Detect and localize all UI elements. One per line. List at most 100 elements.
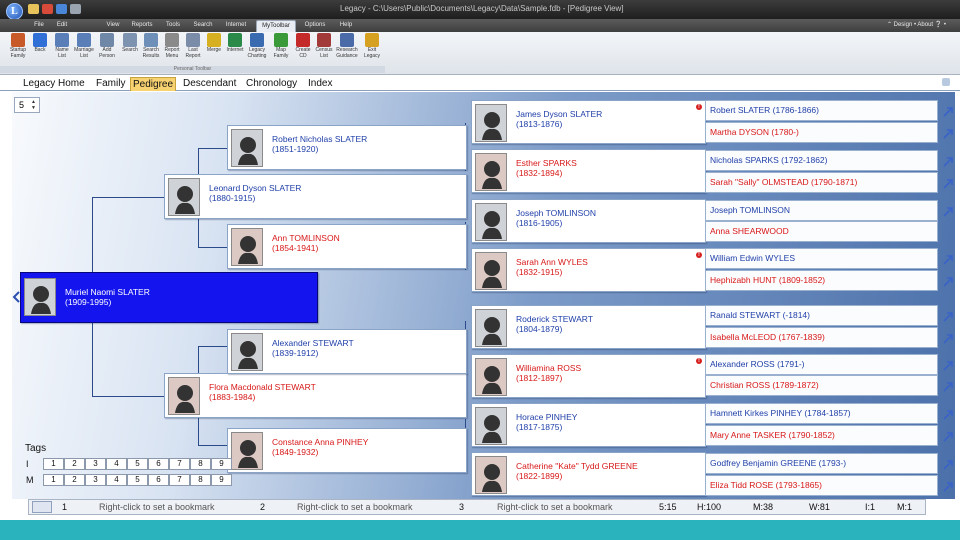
census-list-button[interactable]: Census List bbox=[312, 32, 336, 68]
undo-icon[interactable] bbox=[42, 4, 53, 14]
ancestor-box[interactable]: Ranald STEWART (-1814) bbox=[705, 305, 938, 326]
marriage-list-button[interactable]: Marriage List bbox=[72, 32, 96, 68]
menu-search[interactable]: Search bbox=[191, 20, 215, 32]
paternal-grandmother-card[interactable]: Ann TOMLINSON (1854-1941) bbox=[227, 224, 467, 269]
ancestor-box[interactable]: Eliza Tidd ROSE (1793-1865) bbox=[705, 475, 938, 496]
legacy-charting-button[interactable]: Legacy Charting bbox=[245, 32, 269, 68]
tag-i-box[interactable]: 4 bbox=[106, 458, 127, 470]
alert-icon[interactable]: ! bbox=[696, 252, 702, 258]
menu-tools[interactable]: Tools bbox=[162, 20, 184, 32]
more-ancestors-arrow-icon[interactable] bbox=[942, 309, 954, 322]
tag-i-box[interactable]: 2 bbox=[64, 458, 85, 470]
more-ancestors-arrow-icon[interactable] bbox=[942, 154, 954, 167]
help-icon[interactable] bbox=[56, 4, 67, 14]
ancestor-box[interactable]: Hamnett Kirkes PINHEY (1784-1857) bbox=[705, 403, 938, 424]
more-ancestors-arrow-icon[interactable] bbox=[942, 126, 954, 139]
tag-i-box[interactable]: 3 bbox=[85, 458, 106, 470]
tab-descendant[interactable]: Descendant bbox=[183, 77, 236, 91]
research-guidance-button[interactable]: Research Guidance bbox=[335, 32, 359, 68]
tag-i-box[interactable]: 1 bbox=[43, 458, 64, 470]
tab-legacy-home[interactable]: Legacy Home bbox=[23, 77, 85, 91]
alert-icon[interactable]: ! bbox=[696, 358, 702, 364]
bookmark-book-icon[interactable] bbox=[32, 501, 52, 513]
great-grandparent-card[interactable]: Catherine "Kate" Tydd GREENE (1822-1899) bbox=[471, 452, 706, 496]
more-ancestors-arrow-icon[interactable] bbox=[942, 104, 954, 117]
startup-family-button[interactable]: Startup Family bbox=[6, 32, 30, 68]
tag-m-box[interactable]: 5 bbox=[127, 474, 148, 486]
menu-internet[interactable]: Internet bbox=[221, 20, 251, 32]
maternal-grandfather-card[interactable]: Alexander STEWART (1839-1912) bbox=[227, 329, 467, 374]
ancestor-box[interactable]: Mary Anne TASKER (1790-1852) bbox=[705, 425, 938, 446]
name-list-button[interactable]: Name List bbox=[50, 32, 74, 68]
ancestor-box[interactable]: Joseph TOMLINSON bbox=[705, 200, 938, 221]
ancestor-box[interactable]: Christian ROSS (1789-1872) bbox=[705, 375, 938, 396]
more-ancestors-arrow-icon[interactable] bbox=[942, 252, 954, 265]
tag-m-box[interactable]: 4 bbox=[106, 474, 127, 486]
tag-i-box[interactable]: 7 bbox=[169, 458, 190, 470]
tag-m-box[interactable]: 2 bbox=[64, 474, 85, 486]
back-button[interactable]: Back bbox=[28, 32, 52, 68]
paternal-grandfather-card[interactable]: Robert Nicholas SLATER (1851-1920) bbox=[227, 125, 467, 170]
menu-file[interactable]: File bbox=[31, 20, 47, 32]
pin-icon[interactable] bbox=[942, 78, 950, 86]
ancestor-box[interactable]: Robert SLATER (1786-1866) bbox=[705, 100, 938, 121]
tag-m-box[interactable]: 8 bbox=[190, 474, 211, 486]
more-ancestors-arrow-icon[interactable] bbox=[942, 479, 954, 492]
menu-help[interactable]: Help bbox=[336, 20, 356, 32]
tag-i-box[interactable]: 6 bbox=[148, 458, 169, 470]
great-grandparent-card[interactable]: Horace PINHEY (1817-1875) bbox=[471, 403, 706, 447]
great-grandparent-card[interactable]: Roderick STEWART (1804-1879) bbox=[471, 305, 706, 349]
menu-mytoolbar[interactable]: MyToolbar bbox=[256, 20, 296, 32]
tab-index[interactable]: Index bbox=[308, 77, 332, 91]
open-folder-icon[interactable] bbox=[28, 4, 39, 14]
internet-button[interactable]: Internet bbox=[223, 32, 247, 68]
tag-i-box[interactable]: 8 bbox=[190, 458, 211, 470]
more-ancestors-arrow-icon[interactable] bbox=[942, 407, 954, 420]
tab-chronology[interactable]: Chronology bbox=[246, 77, 297, 91]
tag-i-box[interactable]: 9 bbox=[211, 458, 232, 470]
bookmark-slot-1[interactable]: Right-click to set a bookmark bbox=[99, 502, 215, 512]
menu-reports[interactable]: Reports bbox=[128, 20, 156, 32]
ancestor-box[interactable]: Hephizabh HUNT (1809-1852) bbox=[705, 270, 938, 291]
tag-m-box[interactable]: 6 bbox=[148, 474, 169, 486]
ancestor-box[interactable]: Nicholas SPARKS (1792-1862) bbox=[705, 150, 938, 171]
menu-view[interactable]: View bbox=[103, 20, 123, 32]
more-ancestors-arrow-icon[interactable] bbox=[942, 204, 954, 217]
bookmark-slot-2[interactable]: Right-click to set a bookmark bbox=[297, 502, 413, 512]
add-person-button[interactable]: Add Person bbox=[95, 32, 119, 68]
more-ancestors-arrow-icon[interactable] bbox=[942, 331, 954, 344]
great-grandparent-card[interactable]: Joseph TOMLINSON (1816-1905) bbox=[471, 199, 706, 243]
ancestor-box[interactable]: William Edwin WYLES bbox=[705, 248, 938, 269]
menu-options[interactable]: Options bbox=[301, 20, 329, 32]
ancestor-box[interactable]: Anna SHEARWOOD bbox=[705, 221, 938, 242]
more-ancestors-arrow-icon[interactable] bbox=[942, 274, 954, 287]
tab-family[interactable]: Family bbox=[96, 77, 125, 91]
legacy-logo-icon[interactable]: L bbox=[6, 3, 23, 20]
more-ancestors-arrow-icon[interactable] bbox=[942, 379, 954, 392]
more-ancestors-arrow-icon[interactable] bbox=[942, 457, 954, 470]
more-ancestors-arrow-icon[interactable] bbox=[942, 358, 954, 371]
father-card[interactable]: Leonard Dyson SLATER (1880-1915) bbox=[164, 174, 467, 219]
tag-m-box[interactable]: 9 bbox=[211, 474, 232, 486]
ancestor-box[interactable]: Sarah "Sally" OLMSTEAD (1790-1871) bbox=[705, 172, 938, 193]
tag-m-box[interactable]: 7 bbox=[169, 474, 190, 486]
menu-edit[interactable]: Edit bbox=[54, 20, 70, 32]
exit-legacy-button[interactable]: Exit Legacy bbox=[360, 32, 384, 68]
ancestor-box[interactable]: Alexander ROSS (1791-) bbox=[705, 354, 938, 375]
spinner-arrows-icon[interactable]: ▲ ▼ bbox=[31, 99, 38, 111]
mother-card[interactable]: Flora Macdonald STEWART (1883-1984) bbox=[164, 373, 467, 418]
great-grandparent-card[interactable]: Esther SPARKS (1832-1894) bbox=[471, 149, 706, 193]
ancestor-box[interactable]: Martha DYSON (1780-) bbox=[705, 122, 938, 143]
map-family-button[interactable]: Map Family bbox=[269, 32, 293, 68]
root-person-card[interactable]: Muriel Naomi SLATER (1909-1995) bbox=[20, 272, 318, 323]
ancestor-box[interactable]: Isabella McLEOD (1767-1839) bbox=[705, 327, 938, 348]
tab-pedigree[interactable]: Pedigree bbox=[130, 77, 177, 91]
more-ancestors-arrow-icon[interactable] bbox=[942, 176, 954, 189]
design-about-menu[interactable]: ⌃ Design • About ❔ • bbox=[887, 21, 946, 28]
great-grandparent-card[interactable]: Sarah Ann WYLES (1832-1915) ! bbox=[471, 248, 706, 292]
more-ancestors-arrow-icon[interactable] bbox=[942, 429, 954, 442]
maternal-grandmother-card[interactable]: Constance Anna PINHEY (1849-1932) bbox=[227, 428, 467, 473]
generations-spinner[interactable]: 5 ▲ ▼ bbox=[14, 97, 40, 113]
bookmark-slot-3[interactable]: Right-click to set a bookmark bbox=[497, 502, 613, 512]
tag-i-box[interactable]: 5 bbox=[127, 458, 148, 470]
